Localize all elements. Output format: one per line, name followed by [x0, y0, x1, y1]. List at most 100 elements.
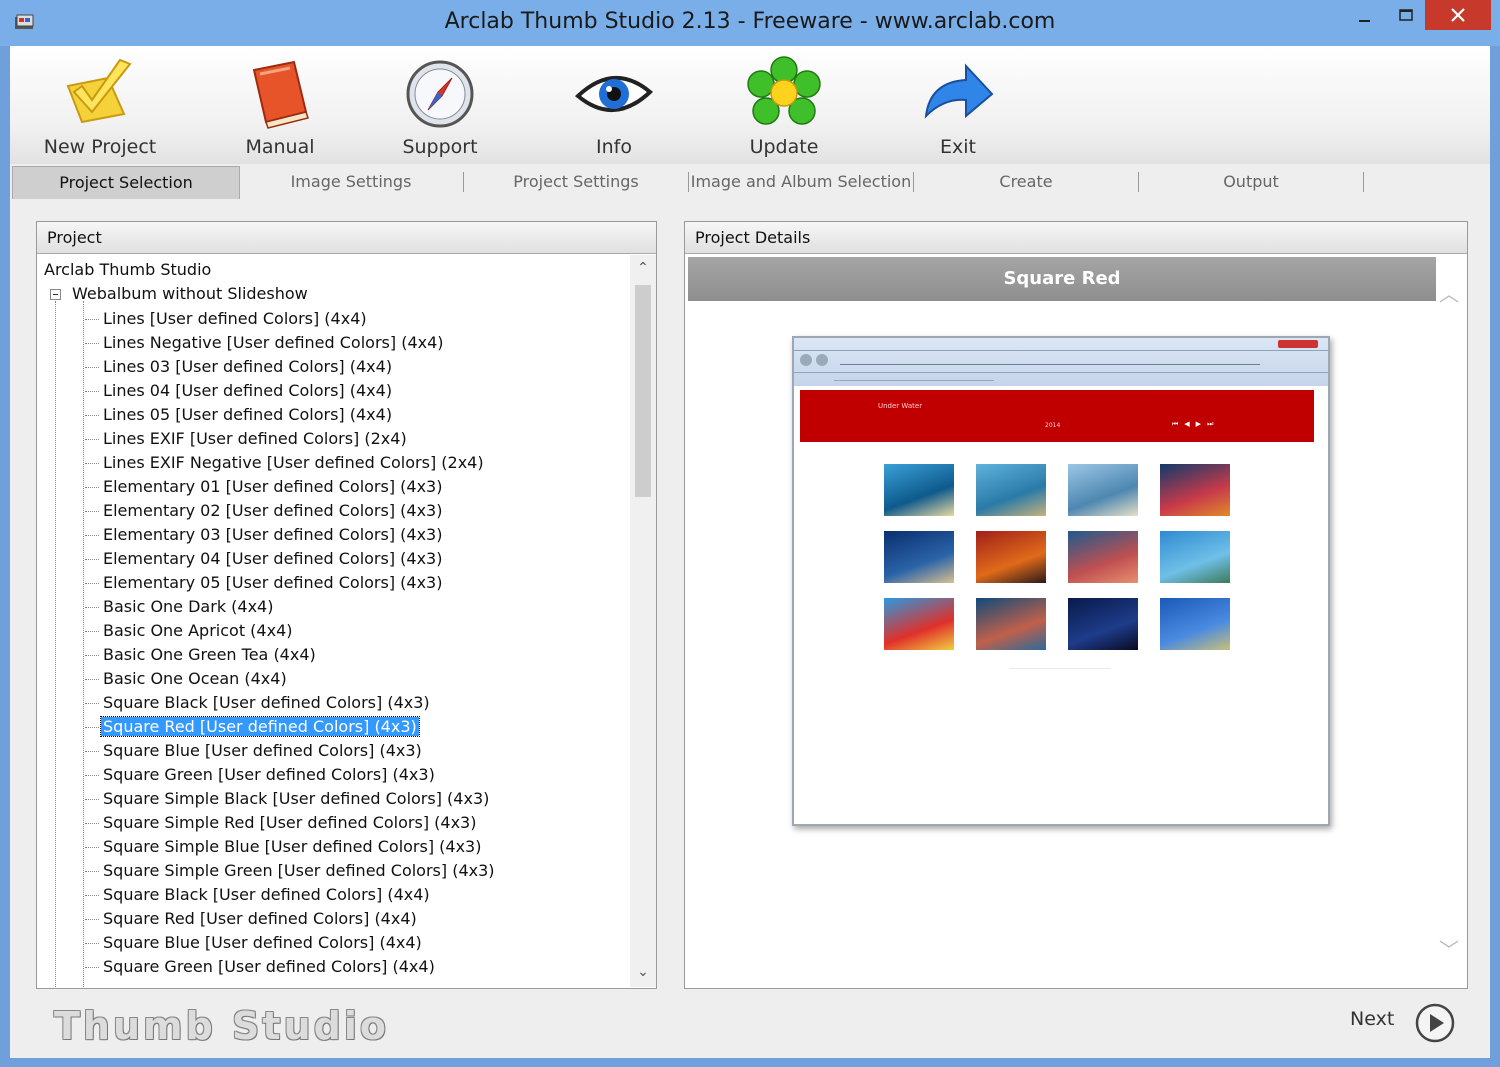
next-label[interactable]: Next — [1350, 1008, 1394, 1030]
close-button[interactable] — [1425, 0, 1491, 30]
tree-connector — [85, 727, 99, 728]
tree-item-label: Elementary 05 [User defined Colors] (4x3… — [103, 573, 443, 592]
tree-item[interactable]: Lines EXIF [User defined Colors] (2x4) — [85, 428, 409, 450]
tree-item[interactable]: Square Green [User defined Colors] (4x4) — [85, 956, 437, 978]
tree-connector — [85, 535, 99, 536]
tree-connector — [85, 439, 99, 440]
tab-create[interactable]: Create — [913, 166, 1139, 198]
new-project-button[interactable]: New Project — [30, 50, 170, 162]
tree-item[interactable]: Lines Negative [User defined Colors] (4x… — [85, 332, 446, 354]
tree-connector — [85, 871, 99, 872]
tree-item[interactable]: Elementary 04 [User defined Colors] (4x3… — [85, 548, 444, 570]
tree-item[interactable]: Basic One Ocean (4x4) — [85, 668, 289, 690]
tab-output[interactable]: Output — [1138, 166, 1364, 198]
tree-root[interactable]: Arclab Thumb Studio — [44, 260, 211, 279]
tree-item-label: Square Simple Green [User defined Colors… — [103, 861, 495, 880]
manual-label: Manual — [245, 136, 315, 158]
tree-item[interactable]: Basic One Apricot (4x4) — [85, 620, 295, 642]
tree-connector — [85, 775, 99, 776]
tree-item[interactable]: Lines 05 [User defined Colors] (4x4) — [85, 404, 394, 426]
tree-item[interactable]: Square Simple Blue [User defined Colors]… — [85, 836, 483, 858]
gallery-header: Under Water 2014 ⏮◀▶⏭ — [800, 390, 1314, 442]
tree-item[interactable]: Square Red [User defined Colors] (4x4) — [85, 908, 419, 930]
tree-item-label: Lines EXIF [User defined Colors] (2x4) — [103, 429, 407, 448]
tree-item[interactable]: Square Blue [User defined Colors] (4x3) — [85, 740, 424, 762]
exit-button[interactable]: Exit — [888, 50, 1028, 162]
tree-connector — [85, 631, 99, 632]
tree-item-label: Lines [User defined Colors] (4x4) — [103, 309, 367, 328]
project-scrollbar[interactable]: ⌃ ⌄ — [630, 255, 656, 987]
project-tree[interactable]: Arclab Thumb Studio Webalbum without Sli… — [37, 255, 629, 987]
tree-item-label: Square Black [User defined Colors] (4x3) — [103, 693, 430, 712]
tree-item[interactable]: Lines [User defined Colors] (4x4) — [85, 308, 369, 330]
tab-project-selection[interactable]: Project Selection — [12, 166, 240, 199]
gallery-thumbnail — [1160, 598, 1230, 650]
minimize-button[interactable] — [1345, 0, 1385, 30]
tree-connector — [85, 943, 99, 944]
tree-item-label: Square Green [User defined Colors] (4x3) — [103, 765, 435, 784]
flower-icon — [747, 56, 821, 125]
tree-item[interactable]: Lines EXIF Negative [User defined Colors… — [85, 452, 486, 474]
tree-item-label: Basic One Dark (4x4) — [103, 597, 274, 616]
support-button[interactable]: Support — [370, 50, 510, 162]
preview-scroll-down-icon[interactable]: ﹀ — [1439, 934, 1459, 963]
title-bar[interactable]: Arclab Thumb Studio 2.13 - Freeware - ww… — [0, 0, 1500, 46]
tree-item[interactable]: Square Black [User defined Colors] (4x3) — [85, 692, 432, 714]
eye-icon — [574, 76, 654, 112]
tree-guide-line — [83, 301, 84, 987]
close-icon — [1451, 8, 1465, 22]
tree-item[interactable]: Square Simple Red [User defined Colors] … — [85, 812, 478, 834]
tree-item-label: Square Red [User defined Colors] (4x3) — [100, 716, 420, 737]
gallery-thumbnail — [1068, 531, 1138, 583]
tree-item-label: Elementary 01 [User defined Colors] (4x3… — [103, 477, 443, 496]
app-window: Arclab Thumb Studio 2.13 - Freeware - ww… — [0, 0, 1500, 1067]
tree-connector — [85, 559, 99, 560]
browser-buttons-icon — [800, 340, 1318, 366]
browser-chrome — [794, 338, 1328, 386]
tree-connector — [85, 343, 99, 344]
tree-item[interactable]: Square Simple Green [User defined Colors… — [85, 860, 497, 882]
gallery-nav-icons: ⏮◀▶⏭ — [1172, 420, 1220, 428]
manual-book-icon — [252, 60, 309, 129]
tree-connector — [85, 751, 99, 752]
scroll-thumb[interactable] — [635, 285, 651, 497]
tree-item[interactable]: Elementary 05 [User defined Colors] (4x3… — [85, 572, 444, 594]
window-title: Arclab Thumb Studio 2.13 - Freeware - ww… — [444, 9, 1056, 34]
tree-item[interactable]: Lines 03 [User defined Colors] (4x4) — [85, 356, 394, 378]
tree-branch[interactable]: Webalbum without Slideshow — [72, 284, 308, 303]
tree-item[interactable]: Elementary 01 [User defined Colors] (4x3… — [85, 476, 444, 498]
tab-separator — [1363, 172, 1364, 192]
manual-button[interactable]: Manual — [210, 50, 350, 162]
tree-item[interactable]: Square Red [User defined Colors] (4x3) — [85, 716, 420, 738]
tree-item[interactable]: Square Green [User defined Colors] (4x3) — [85, 764, 437, 786]
wizard-tabs: Project Selection Image Settings Project… — [10, 166, 1490, 199]
tree-item[interactable]: Elementary 02 [User defined Colors] (4x3… — [85, 500, 444, 522]
tree-item[interactable]: Basic One Green Tea (4x4) — [85, 644, 318, 666]
tree-item-label: Basic One Green Tea (4x4) — [103, 645, 316, 664]
scroll-up-icon[interactable]: ⌃ — [636, 261, 650, 275]
preview-scroll-up-icon[interactable]: ︿ — [1439, 278, 1459, 307]
next-arrow-icon[interactable] — [1415, 1003, 1455, 1043]
tab-image-settings[interactable]: Image Settings — [238, 166, 464, 198]
scroll-down-icon[interactable]: ⌄ — [636, 965, 650, 979]
tree-connector — [85, 319, 99, 320]
tree-item[interactable]: Square Black [User defined Colors] (4x4) — [85, 884, 432, 906]
info-button[interactable]: Info — [544, 50, 684, 162]
maximize-button[interactable] — [1386, 0, 1426, 30]
tree-item[interactable]: Basic One Dark (4x4) — [85, 596, 275, 618]
tree-item[interactable]: Elementary 03 [User defined Colors] (4x3… — [85, 524, 444, 546]
tree-item[interactable]: Square Simple Black [User defined Colors… — [85, 788, 491, 810]
gallery-thumbnail — [1160, 531, 1230, 583]
update-button[interactable]: Update — [714, 50, 854, 162]
tree-connector — [85, 511, 99, 512]
collapse-toggle-icon[interactable] — [50, 289, 61, 300]
tree-connector — [85, 847, 99, 848]
gallery-thumbnail — [976, 531, 1046, 583]
tree-item[interactable]: Square Blue [User defined Colors] (4x4) — [85, 932, 424, 954]
main-toolbar: New Project Manual Support Info Update E… — [10, 46, 1490, 164]
tab-project-settings[interactable]: Project Settings — [463, 166, 689, 198]
gallery-thumbnail — [976, 598, 1046, 650]
tab-image-album-selection[interactable]: Image and Album Selection — [688, 166, 914, 198]
tree-item-label: Elementary 03 [User defined Colors] (4x3… — [103, 525, 443, 544]
tree-item[interactable]: Lines 04 [User defined Colors] (4x4) — [85, 380, 394, 402]
